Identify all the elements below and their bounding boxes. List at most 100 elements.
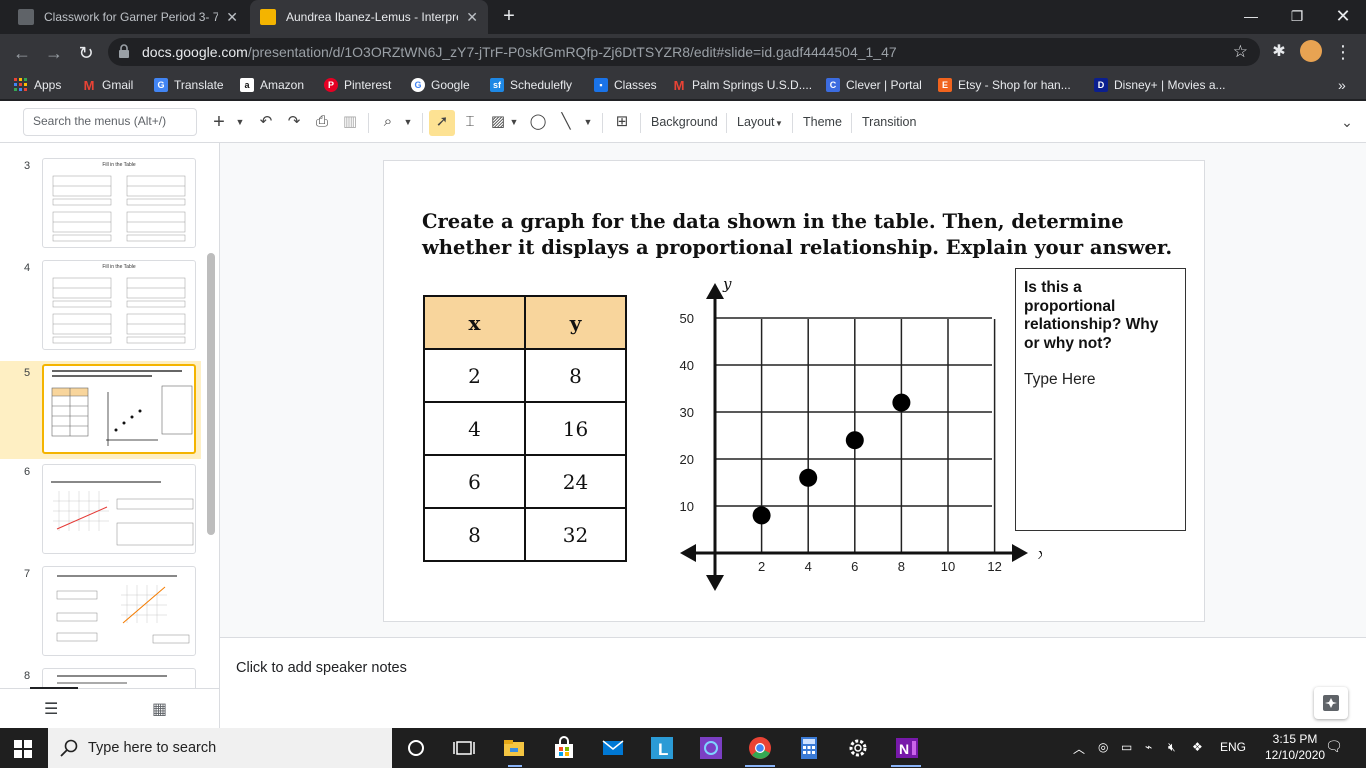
gmail-icon: M — [83, 77, 95, 93]
onenote-icon[interactable]: N — [895, 736, 919, 760]
answer-response[interactable]: Type Here — [1024, 371, 1177, 389]
speaker-notes-panel[interactable]: Click to add speaker notes — [220, 637, 1366, 728]
shape-icon[interactable]: ◯ — [528, 112, 548, 132]
layout-button[interactable]: Layout — [737, 115, 775, 129]
zoom-icon[interactable]: ⌕ — [378, 112, 398, 132]
app-circle-icon[interactable] — [699, 736, 723, 760]
background-button[interactable]: Background — [651, 115, 718, 129]
data-point[interactable] — [892, 393, 911, 412]
restore-window-icon[interactable]: ❐ — [1274, 0, 1320, 32]
paint-format-icon[interactable]: ▥ — [340, 112, 360, 132]
new-tab-plus-icon[interactable]: + — [498, 6, 520, 28]
search-menus-input[interactable]: Search the menus (Alt+/) — [23, 108, 197, 136]
close-tab-icon[interactable]: ✕ — [226, 9, 238, 26]
grid-view-icon[interactable]: ▦ — [152, 699, 167, 719]
bookmark-etsy[interactable]: E Etsy - Shop for han... — [938, 76, 1071, 94]
notification-center-icon[interactable]: 🗨︎ — [1325, 738, 1343, 755]
filmstrip-item-8[interactable]: 8 — [0, 668, 205, 688]
data-table[interactable]: x y 2 8 4 16 6 24 8 32 — [423, 295, 627, 562]
bookmark-apps[interactable]: Apps — [14, 76, 61, 94]
chrome-icon[interactable] — [748, 736, 772, 760]
table-header-x: x — [423, 295, 526, 350]
location-icon[interactable]: ◎ — [1098, 740, 1108, 754]
dropbox-icon[interactable]: ❖ — [1192, 740, 1203, 754]
forward-arrow-icon[interactable]: → — [42, 41, 66, 65]
select-cursor-icon[interactable]: ➚ — [432, 112, 452, 132]
settings-gear-icon[interactable] — [846, 736, 870, 760]
close-tab-icon[interactable]: ✕ — [466, 9, 478, 26]
bookmark-classes[interactable]: ▪ Classes — [594, 76, 657, 94]
filmstrip-item-3[interactable]: 3 Fill in the Table — [0, 158, 205, 256]
mail-icon[interactable] — [601, 736, 625, 760]
cortana-circle-icon[interactable] — [404, 736, 428, 760]
slide-number: 6 — [24, 466, 31, 478]
theme-button[interactable]: Theme — [803, 115, 842, 129]
undo-icon[interactable]: ↶ — [256, 112, 276, 132]
system-clock[interactable]: 3:15 PM 12/10/2020 — [1265, 731, 1325, 763]
coordinate-graph[interactable]: x y 2 4 6 8 10 12 10 20 30 40 50 — [672, 271, 1042, 601]
filmstrip-item-6[interactable]: 6 — [0, 464, 205, 562]
task-view-icon[interactable] — [452, 736, 476, 760]
reload-icon[interactable]: ↻ — [74, 41, 98, 65]
bookmark-label: Etsy - Shop for han... — [958, 78, 1071, 92]
network-icon[interactable]: ⌁ — [1145, 740, 1152, 754]
microsoft-store-icon[interactable] — [552, 736, 576, 760]
browser-tab-classwork[interactable]: Classwork for Garner Period 3- 7t ✕ — [8, 0, 248, 34]
text-box-icon[interactable]: ⌶ — [460, 112, 480, 132]
new-slide-plus-icon[interactable]: + — [210, 112, 228, 132]
bookmark-amazon[interactable]: a Amazon — [240, 76, 304, 94]
extensions-puzzle-icon[interactable]: ✱ — [1268, 41, 1290, 63]
filmstrip-item-5[interactable]: 5 — [0, 361, 201, 459]
filmstrip-item-4[interactable]: 4 Fill in the Table — [0, 260, 205, 358]
browser-tab-slides[interactable]: Aundrea Ibanez-Lemus - Interpre ✕ — [250, 0, 488, 34]
bookmark-pinterest[interactable]: P Pinterest — [324, 76, 391, 94]
explore-button[interactable] — [1314, 687, 1348, 719]
minimize-window-icon[interactable]: — — [1228, 0, 1274, 32]
input-language[interactable]: ENG — [1220, 740, 1246, 754]
insert-image-icon[interactable]: ▨ — [488, 112, 508, 132]
bookmark-disney[interactable]: D Disney+ | Movies a... — [1094, 76, 1226, 94]
bookmark-translate[interactable]: G Translate — [154, 76, 224, 94]
data-point[interactable] — [752, 506, 771, 525]
windows-start-icon[interactable] — [14, 740, 32, 758]
print-icon[interactable]: ⎙ — [312, 112, 332, 132]
volume-muted-icon[interactable]: 🔇︎ — [1168, 740, 1176, 755]
battery-icon[interactable]: ▭ — [1121, 740, 1132, 754]
bookmark-clever[interactable]: C Clever | Portal — [826, 76, 922, 94]
address-bar[interactable]: docs.google.com/presentation/d/1O3ORZtWN… — [108, 38, 1260, 66]
comment-icon[interactable]: ⊞ — [612, 112, 632, 132]
taskbar-search-box[interactable]: Type here to search — [48, 728, 392, 768]
answer-text-box[interactable]: Is this a proportional relationship? Why… — [1015, 268, 1186, 531]
collapse-toolbar-chevron-icon[interactable]: ⌄ — [1338, 112, 1356, 132]
bookmark-google[interactable]: G Google — [411, 76, 470, 94]
line-dropdown-icon[interactable]: ▼ — [582, 112, 594, 132]
layout-dropdown-icon[interactable]: ▼ — [774, 114, 784, 134]
show-hidden-icons-chevron-icon[interactable]: ︿ — [1073, 740, 1085, 757]
bookmark-schedulefly[interactable]: sf Schedulefly — [490, 76, 572, 94]
slide-title-text[interactable]: Create a graph for the data shown in the… — [422, 209, 1182, 261]
new-slide-dropdown-icon[interactable]: ▼ — [234, 112, 246, 132]
file-explorer-icon[interactable] — [502, 736, 526, 760]
data-point[interactable] — [799, 468, 818, 487]
more-bookmarks-chevron-icon[interactable]: » — [1338, 76, 1346, 94]
bookmark-star-icon[interactable]: ☆ — [1233, 42, 1248, 62]
filmstrip-item-7[interactable]: 7 — [0, 566, 205, 664]
transition-button[interactable]: Transition — [862, 115, 916, 129]
bookmark-palm-springs[interactable]: M Palm Springs U.S.D.... — [672, 76, 812, 94]
filmstrip-scrollbar[interactable] — [207, 253, 215, 535]
calculator-icon[interactable] — [797, 736, 821, 760]
app-l-icon[interactable]: L — [650, 736, 674, 760]
close-window-icon[interactable]: ✕ — [1320, 0, 1366, 32]
line-icon[interactable]: ╲ — [556, 112, 576, 132]
zoom-dropdown-icon[interactable]: ▼ — [402, 112, 414, 132]
filmstrip-view-icon[interactable]: ☰ — [44, 699, 58, 719]
image-dropdown-icon[interactable]: ▼ — [508, 112, 520, 132]
profile-avatar[interactable] — [1300, 40, 1322, 62]
chrome-menu-icon[interactable]: ⋮ — [1332, 41, 1354, 63]
back-arrow-icon[interactable]: ← — [10, 41, 34, 65]
data-point[interactable] — [845, 431, 864, 450]
current-slide[interactable]: Create a graph for the data shown in the… — [383, 160, 1205, 622]
redo-icon[interactable]: ↷ — [284, 112, 304, 132]
speaker-notes-placeholder[interactable]: Click to add speaker notes — [236, 660, 407, 676]
bookmark-gmail[interactable]: M Gmail — [82, 76, 134, 94]
